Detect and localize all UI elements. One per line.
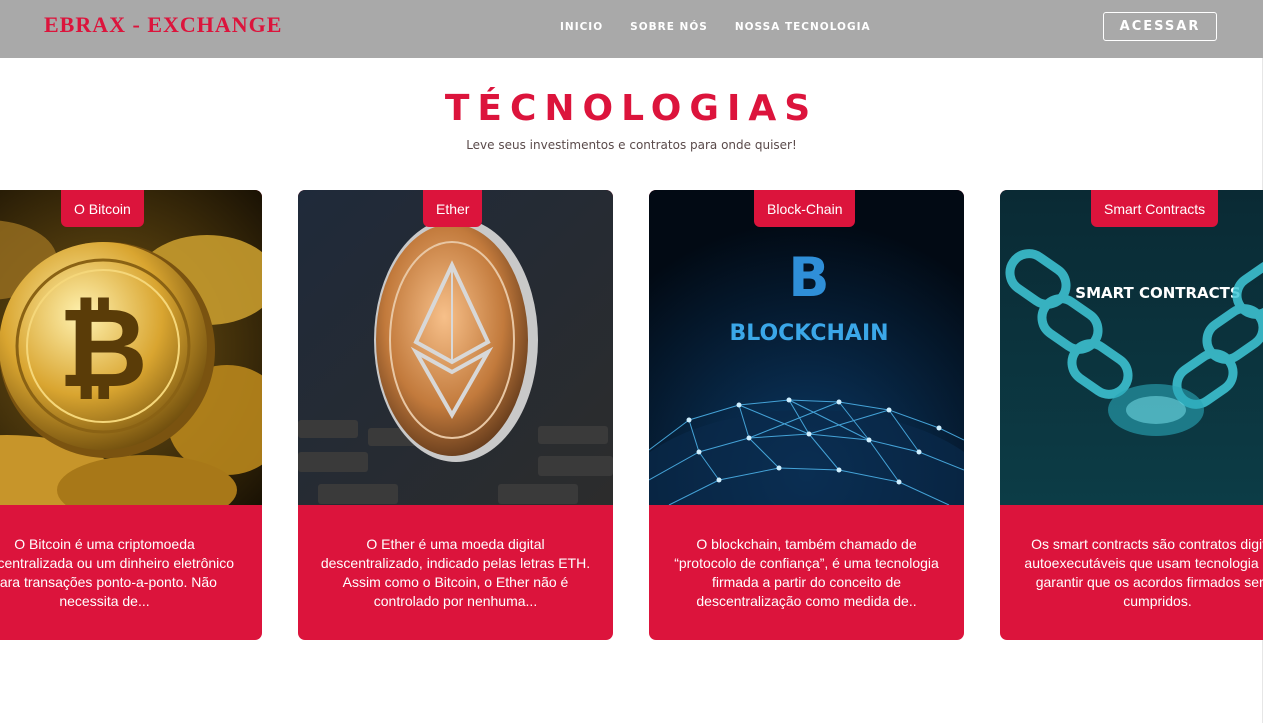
- blockchain-image-caption: BLOCKCHAIN: [729, 321, 888, 346]
- navbar: EBRAX - EXCHANGE INICIO SOBRE NÓS NOSSA …: [0, 0, 1263, 58]
- ether-coin-image: [298, 190, 613, 505]
- svg-text:₿: ₿: [58, 284, 148, 412]
- card-smart-contracts[interactable]: SMART CONTRACTS Smart Contracts Os smart…: [1000, 190, 1263, 640]
- card-blockchain[interactable]: B BLOCKCHAIN Block-Chain O blockchain, t…: [649, 190, 964, 640]
- card-text-bitcoin: O Bitcoin é uma criptomoeda descentraliz…: [0, 536, 235, 609]
- card-bitcoin[interactable]: ₿ O Bitcoin O Bitcoin é uma criptomoeda …: [0, 190, 262, 640]
- nav-link-sobre-nos[interactable]: SOBRE NÓS: [630, 21, 708, 33]
- login-button[interactable]: ACESSAR: [1103, 12, 1217, 41]
- smart-contracts-image: SMART CONTRACTS: [1000, 190, 1263, 505]
- card-text-ether: O Ether é uma moeda digital descentraliz…: [320, 536, 591, 609]
- section-subtitle: Leve seus investimentos e contratos para…: [466, 138, 797, 152]
- nav-links: INICIO SOBRE NÓS NOSSA TECNOLOGIA: [560, 21, 871, 33]
- section-title: TÉCNOLOGIAS: [444, 88, 819, 129]
- blockchain-image: B BLOCKCHAIN: [649, 190, 964, 505]
- card-text-blockchain: O blockchain, também chamado de “protoco…: [674, 536, 939, 609]
- nav-link-nossa-tecnologia[interactable]: NOSSA TECNOLOGIA: [735, 21, 871, 33]
- card-text-smart-contracts: Os smart contracts são contratos digitai…: [1024, 536, 1263, 609]
- smart-contracts-image-caption: SMART CONTRACTS: [1075, 284, 1240, 302]
- card-tag-bitcoin[interactable]: O Bitcoin: [61, 190, 144, 227]
- card-tag-smart-contracts[interactable]: Smart Contracts: [1091, 190, 1219, 227]
- card-tag-ether[interactable]: Ether: [423, 190, 483, 227]
- bitcoin-coin-image: ₿: [0, 190, 262, 505]
- card-ether[interactable]: Ether O Ether é uma moeda digital descen…: [298, 190, 613, 640]
- brand-logo[interactable]: EBRAX - EXCHANGE: [44, 12, 282, 38]
- svg-text:B: B: [788, 246, 829, 309]
- card-tag-blockchain[interactable]: Block-Chain: [754, 190, 856, 227]
- nav-link-inicio[interactable]: INICIO: [560, 21, 603, 33]
